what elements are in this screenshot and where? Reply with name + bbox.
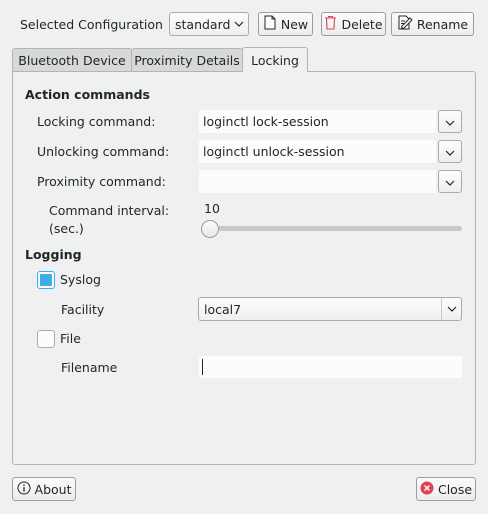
facility-label: Facility	[61, 302, 105, 317]
tab-bluetooth-device-label: Bluetooth Device	[18, 53, 126, 68]
configuration-select[interactable]: standard	[169, 12, 249, 36]
new-button-label: New	[280, 16, 309, 32]
tab-proximity-details[interactable]: Proximity Details	[131, 48, 243, 72]
command-interval-value: 10	[204, 201, 220, 216]
chevron-down-icon	[230, 13, 248, 35]
chevron-down-icon	[445, 144, 455, 159]
facility-select[interactable]: local7	[198, 297, 462, 321]
chevron-down-icon	[445, 114, 455, 129]
facility-select-value: local7	[204, 301, 242, 317]
tab-proximity-details-label: Proximity Details	[134, 53, 240, 68]
delete-button-label: Delete	[341, 16, 383, 32]
configuration-select-value: standard	[175, 16, 231, 32]
chevron-down-icon	[441, 298, 461, 320]
delete-button[interactable]: Delete	[321, 12, 386, 36]
filename-input[interactable]	[199, 356, 462, 378]
locking-command-label: Locking command:	[37, 114, 156, 129]
trash-icon	[324, 15, 337, 33]
rename-button[interactable]: Rename	[391, 12, 474, 36]
unlocking-command-value: loginctl unlock-session	[203, 144, 345, 159]
proximity-command-input[interactable]	[199, 170, 436, 193]
unlocking-command-label: Unlocking command:	[37, 144, 170, 159]
unlocking-command-dropdown-button[interactable]	[438, 140, 462, 163]
file-checkbox[interactable]	[37, 330, 55, 348]
proximity-command-dropdown-button[interactable]	[438, 170, 462, 193]
logging-heading: Logging	[25, 247, 82, 262]
command-interval-slider-track[interactable]	[201, 226, 462, 231]
file-label: File	[60, 331, 81, 346]
locking-command-dropdown-button[interactable]	[438, 110, 462, 133]
info-icon	[17, 481, 31, 498]
close-button-label: Close	[437, 481, 473, 497]
new-button[interactable]: New	[258, 12, 313, 36]
unlocking-command-input[interactable]: loginctl unlock-session	[199, 140, 436, 163]
new-document-icon	[263, 15, 277, 33]
text-cursor	[202, 359, 203, 375]
locking-command-value: loginctl lock-session	[203, 114, 329, 129]
tab-bluetooth-device[interactable]: Bluetooth Device	[12, 48, 132, 72]
syslog-checkbox[interactable]	[37, 271, 55, 289]
syslog-label: Syslog	[60, 272, 101, 287]
close-button[interactable]: Close	[416, 477, 476, 501]
about-button-label: About	[34, 481, 72, 497]
command-interval-unit-label: (sec.)	[49, 221, 84, 236]
selected-configuration-label: Selected Configuration	[20, 17, 163, 32]
command-interval-label: Command interval:	[49, 203, 170, 218]
about-button[interactable]: About	[12, 477, 76, 501]
tab-locking-label: Locking	[251, 52, 299, 68]
proximity-command-label: Proximity command:	[37, 174, 166, 189]
command-interval-slider-handle[interactable]	[201, 220, 219, 238]
action-commands-heading: Action commands	[25, 87, 150, 102]
chevron-down-icon	[445, 174, 455, 189]
rename-icon	[397, 15, 413, 33]
close-icon	[420, 481, 434, 498]
locking-command-input[interactable]: loginctl lock-session	[199, 110, 436, 133]
filename-label: Filename	[61, 360, 118, 375]
tab-locking[interactable]: Locking	[242, 47, 308, 72]
rename-button-label: Rename	[416, 16, 469, 32]
